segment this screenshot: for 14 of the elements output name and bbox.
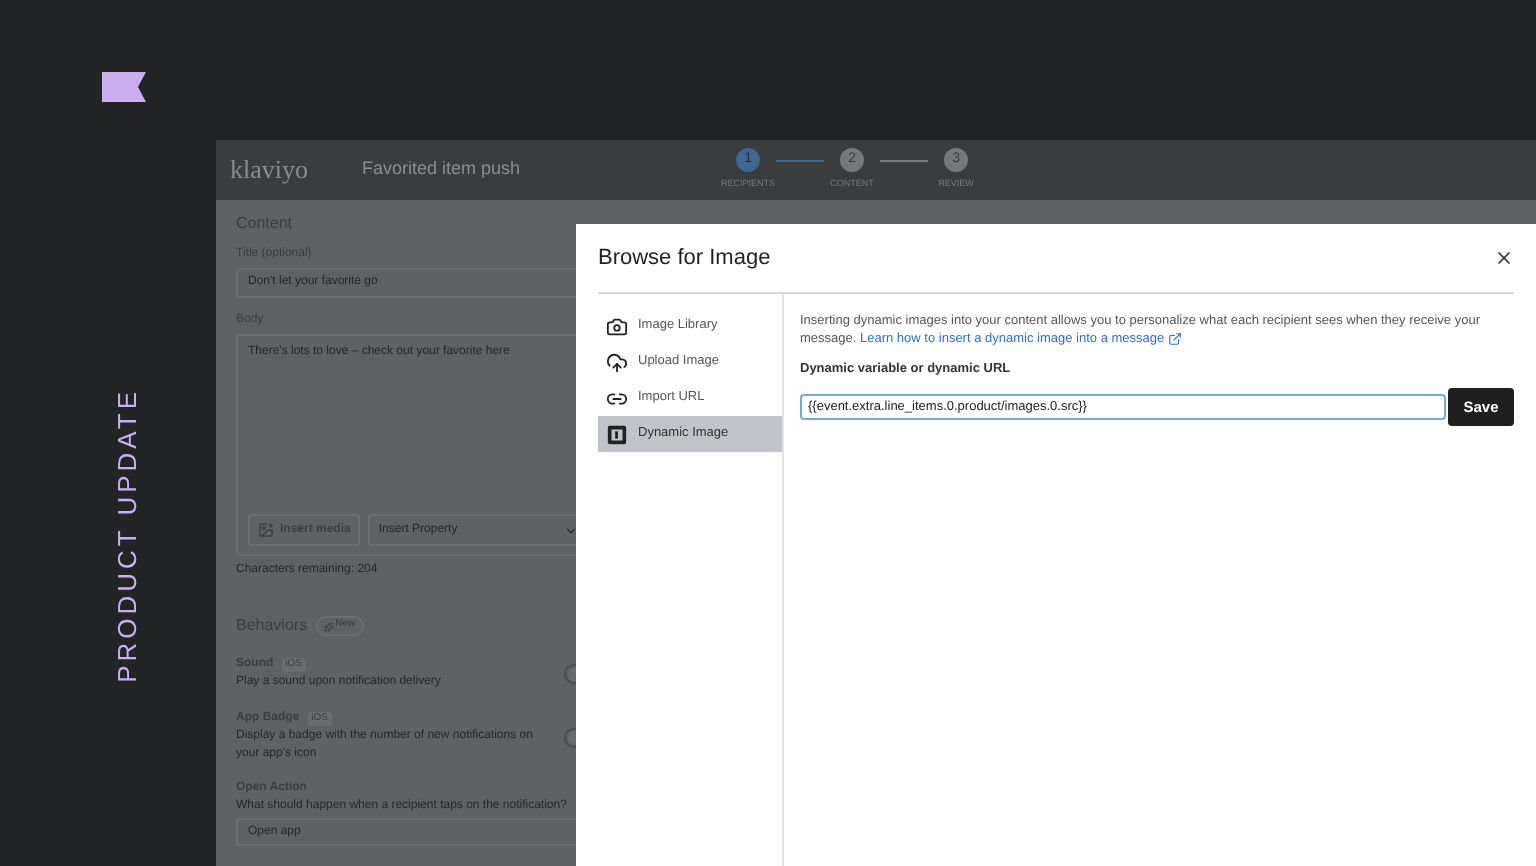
banner-title: PRODUCT UPDATE: [110, 387, 144, 683]
dialog-title: Browse for Image: [598, 243, 771, 274]
flag-icon: [102, 72, 146, 102]
external-link-icon: [1167, 331, 1182, 346]
sparkle-icon: [323, 621, 334, 631]
upload-cloud-icon: [606, 351, 628, 373]
image-add-icon: [258, 522, 274, 538]
chevron-down-icon: [564, 523, 576, 537]
logo: klaviyo: [230, 152, 310, 189]
close-icon: [1494, 248, 1514, 268]
camera-icon: [606, 315, 628, 337]
campaign-title: Favorited item push: [362, 156, 521, 183]
dynamic-image-icon: [606, 423, 628, 445]
close-button[interactable]: [1494, 248, 1514, 268]
